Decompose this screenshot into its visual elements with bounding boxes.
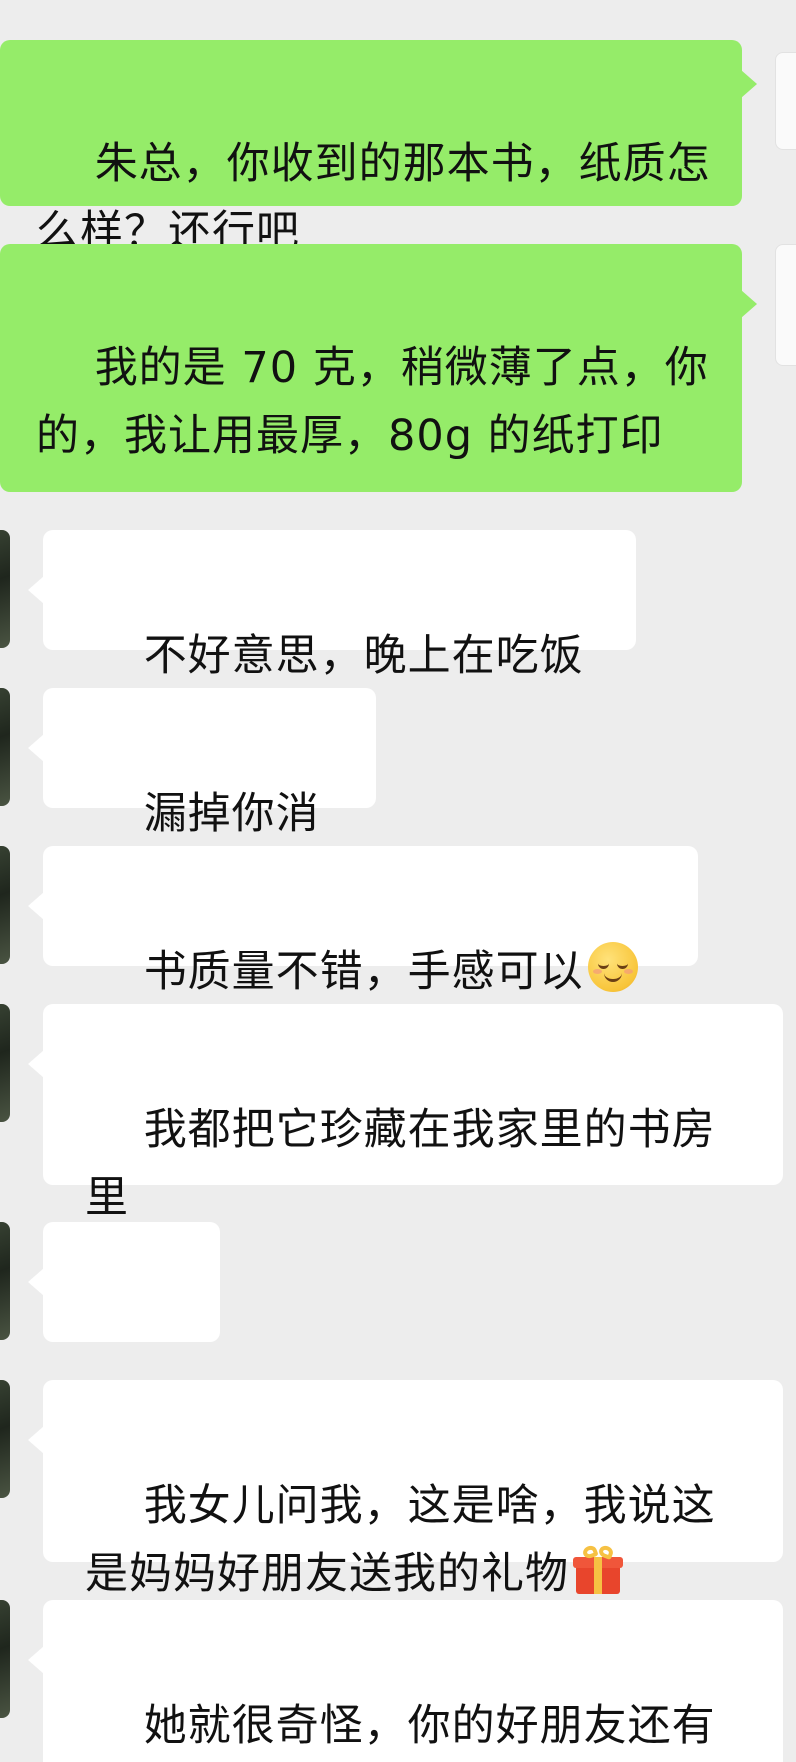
- message-text: 朱总，你收到的那本书，纸质怎么样？还行吧: [36, 139, 711, 257]
- contact-avatar[interactable]: [0, 1004, 10, 1122]
- bubble-tail: [28, 1268, 44, 1296]
- contact-avatar[interactable]: [0, 1380, 10, 1498]
- message-text: 我的是 70 克，稍微薄了点，你的，我让用最厚，80g 的纸打印: [36, 343, 709, 461]
- sent-message-bubble[interactable]: 朱总，你收到的那本书，纸质怎么样？还行吧: [0, 40, 742, 257]
- bubble-tail: [28, 576, 44, 604]
- bubble-tail: [28, 1646, 44, 1674]
- gift-emoji-icon: [573, 1543, 623, 1594]
- relieved-face-emoji-icon: [587, 942, 638, 992]
- contact-avatar[interactable]: [0, 530, 10, 648]
- contact-avatar[interactable]: [0, 1222, 10, 1340]
- bubble-tail: [28, 1050, 44, 1078]
- bubble-tail: [28, 734, 44, 762]
- sent-message-bubble[interactable]: 我的是 70 克，稍微薄了点，你的，我让用最厚，80g 的纸打印: [0, 244, 742, 492]
- bubble-tail: [28, 1426, 44, 1454]
- message-text: 她就很奇怪，你的好朋友还有送书的嘛…… 感觉很清奇，哈: [143, 1701, 716, 1751]
- bubble-tail: [28, 892, 44, 920]
- received-message-bubble[interactable]: 我都把它珍藏在我家里的书房里: [43, 1004, 783, 1223]
- received-message-bubble[interactable]: 不好意思，晚上在吃饭: [43, 530, 636, 681]
- contact-avatar[interactable]: [0, 688, 10, 806]
- message-text: 书质量不错，手感可以: [143, 947, 584, 997]
- message-text: 我都把它珍藏在我家里的书房里: [85, 1105, 716, 1223]
- chat-message-list[interactable]: 朱总，你收到的那本书，纸质怎么样？还行吧 我的是 70 克，稍微薄了点，你的，我…: [0, 0, 796, 1762]
- received-message-bubble[interactable]: 平铺: [43, 1222, 220, 1441]
- contact-avatar[interactable]: [0, 1600, 10, 1718]
- bubble-tail: [741, 70, 757, 98]
- received-message-bubble[interactable]: 书质量不错，手感可以: [43, 846, 698, 997]
- bubble-tail: [741, 290, 757, 318]
- self-avatar[interactable]: [775, 52, 796, 150]
- received-message-bubble[interactable]: 我女儿问我，这是啥，我说这是妈妈好朋友送我的礼物: [43, 1380, 783, 1599]
- self-avatar[interactable]: [775, 244, 796, 366]
- message-text: 不好意思，晚上在吃饭: [143, 631, 584, 681]
- received-message-bubble[interactable]: 她就很奇怪，你的好朋友还有送书的嘛…… 感觉很清奇，哈: [43, 1600, 783, 1762]
- contact-avatar[interactable]: [0, 846, 10, 964]
- received-message-bubble[interactable]: 漏掉你消息: [43, 688, 376, 907]
